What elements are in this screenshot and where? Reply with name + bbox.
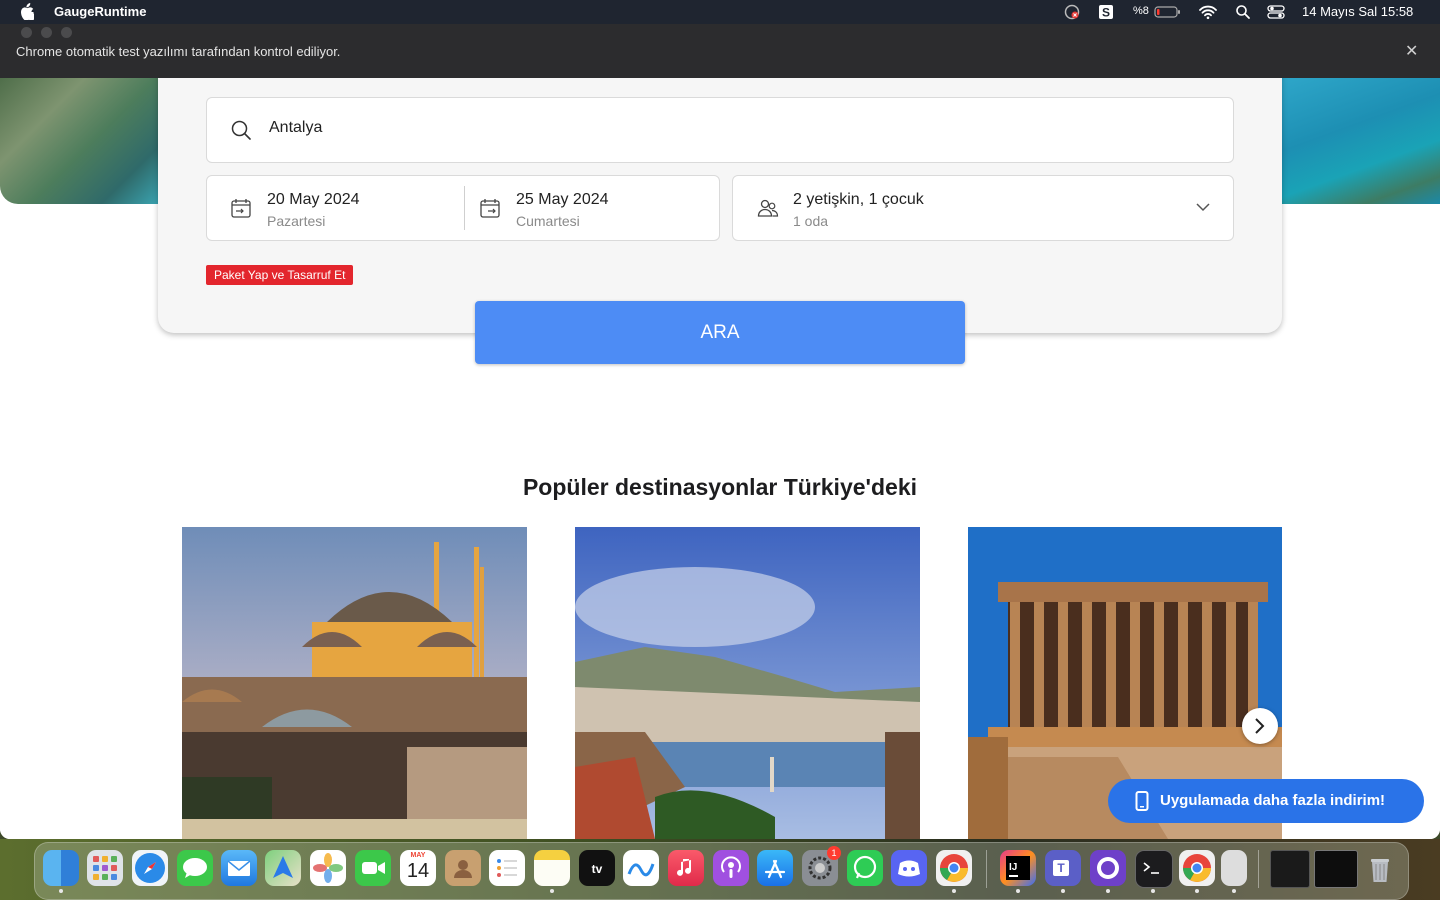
close-window-button[interactable] [21,27,32,38]
calendar-day: 14 [406,860,430,882]
running-indicator [952,889,956,893]
web-page: 20 May 2024 Pazartesi 25 May 2024 Cumart… [0,52,1440,839]
whatsapp-icon[interactable] [847,850,883,886]
photos-icon[interactable] [310,850,346,886]
app-promo-label: Uygulamada daha fazla indirim! [1160,792,1386,809]
calendar-icon[interactable]: MAY 14 [400,850,436,886]
automation-infobar: Chrome otomatik test yazılımı tarafından… [0,24,1440,78]
checkin-weekday: Pazartesi [267,213,326,229]
checkout-weekday: Cumartesi [516,213,580,229]
date-range-picker: 20 May 2024 Pazartesi 25 May 2024 Cumart… [206,175,720,241]
wifi-icon[interactable] [1199,4,1217,20]
calendar-month: MAY [410,852,426,859]
svg-text:tv: tv [592,862,603,876]
github-desktop-icon[interactable] [1090,850,1126,886]
settings-notification-badge: 1 [827,846,841,860]
podcasts-icon[interactable] [713,850,749,886]
maps-icon[interactable] [265,850,301,886]
guests-icon [757,199,779,217]
chevron-down-icon[interactable] [1195,202,1211,212]
chrome-secondary-icon[interactable] [1179,850,1215,886]
running-indicator [1106,889,1110,893]
control-center-icon[interactable] [1267,4,1285,20]
app-store-icon[interactable] [757,850,793,886]
svg-text:IJ: IJ [1009,862,1017,873]
microsoft-teams-icon[interactable]: T [1045,850,1081,886]
svg-text:T: T [1057,861,1065,875]
notes-icon[interactable] [534,850,570,886]
destination-field[interactable] [206,97,1234,163]
istanbul-mosque-photo [182,527,527,839]
infobar-close-icon[interactable]: ✕ [1405,41,1418,61]
messages-icon[interactable] [177,850,213,886]
checkout-date-field[interactable]: 25 May 2024 Cumartesi [456,176,712,240]
destination-input[interactable] [267,118,1171,138]
reminders-icon[interactable] [489,850,525,886]
freeform-icon[interactable] [623,850,659,886]
running-indicator [1016,889,1020,893]
guests-summary: 2 yetişkin, 1 çocuk [793,191,924,208]
trash-icon[interactable] [1362,850,1398,886]
app-download-promo-button[interactable]: Uygulamada daha fazla indirim! [1108,779,1424,823]
search-icon [231,120,251,140]
automation-notice: Chrome otomatik test yazılımı tarafından… [16,44,341,59]
running-indicator [1151,889,1155,893]
zoom-window-button[interactable] [61,27,72,38]
intellij-idea-icon[interactable]: IJ [1000,850,1036,886]
music-icon[interactable] [668,850,704,886]
facetime-icon[interactable] [355,850,391,886]
macos-menu-bar: GaugeRuntime S %8 14 Mayıs Sal 15:58 [0,0,1440,24]
spotlight-search-icon[interactable] [1235,4,1251,20]
running-indicator [1195,889,1199,893]
hero-image-right [1282,78,1440,204]
checkin-date-field[interactable]: 20 May 2024 Pazartesi [207,176,463,240]
mail-icon[interactable] [221,850,257,886]
alanya-coast-photo [575,527,920,839]
terminal-icon[interactable] [1135,850,1173,888]
svg-text:S: S [1102,6,1110,20]
running-indicator [550,889,554,893]
no-entry-status-icon[interactable] [1064,4,1080,20]
discord-icon[interactable] [891,850,927,886]
launchpad-icon[interactable] [87,850,123,886]
battery-icon[interactable] [1154,4,1182,20]
dock-separator [986,850,987,888]
hotel-search-card: 20 May 2024 Pazartesi 25 May 2024 Cumart… [158,52,1282,333]
minimize-window-button[interactable] [41,27,52,38]
safari-icon[interactable] [132,850,168,886]
rooms-count: 1 oda [793,213,829,229]
menu-clock[interactable]: 14 Mayıs Sal 15:58 [1302,4,1413,19]
popular-destinations-title: Popüler destinasyonlar Türkiye'deki [522,474,918,500]
destination-card-istanbul[interactable] [182,527,527,839]
destination-card-alanya[interactable] [575,527,920,839]
checkout-date: 25 May 2024 [516,191,609,208]
apple-logo-icon[interactable] [20,3,34,20]
recent-window-thumbnail-icon-2[interactable] [1314,850,1358,888]
hero-image-left [0,78,158,204]
apple-tv-icon[interactable]: tv [579,850,615,886]
running-indicator [59,889,63,893]
active-app-name[interactable]: GaugeRuntime [54,4,146,19]
mobile-phone-icon [1135,791,1149,811]
running-indicator [1232,889,1236,893]
chrome-icon[interactable] [936,850,972,886]
browser-window: Chrome otomatik test yazılımı tarafından… [0,24,1440,839]
finder-icon[interactable] [43,850,79,886]
recent-window-thumbnail-icon[interactable] [1270,850,1310,888]
calendar-checkout-icon [480,199,500,218]
contacts-icon[interactable] [445,850,481,886]
calendar-checkin-icon [231,199,251,218]
search-button[interactable]: ARA [475,301,965,364]
guests-rooms-selector[interactable]: 2 yetişkin, 1 çocuk 1 oda [732,175,1234,241]
script-s-icon[interactable]: S [1098,4,1114,20]
carousel-next-button[interactable] [1242,708,1278,744]
chevron-right-icon [1255,718,1265,734]
package-deal-badge: Paket Yap ve Tasarruf Et [206,265,354,285]
running-indicator [1061,889,1065,893]
checkin-date: 20 May 2024 [267,191,360,208]
dock-separator [1258,850,1259,888]
preview-icon[interactable] [1221,850,1247,886]
battery-percent: %8 [1133,5,1149,17]
